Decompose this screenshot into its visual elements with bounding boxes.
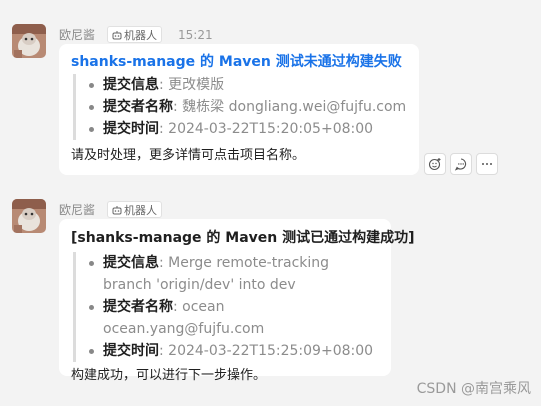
list-item: 提交者名称: 魏栋梁 dongliang.wei@fujfu.com bbox=[89, 96, 407, 118]
more-button[interactable] bbox=[476, 153, 498, 175]
list-item: 提交时间: 2024-03-22T15:25:09+08:00 bbox=[89, 340, 379, 362]
more-icon bbox=[482, 163, 492, 165]
add-reaction-button[interactable] bbox=[424, 153, 446, 175]
list-item: 提交者名称: ocean ocean.yang@fujfu.com bbox=[89, 296, 379, 340]
avatar[interactable] bbox=[12, 199, 46, 233]
message-meta: 欧尼酱 机器人 bbox=[59, 201, 178, 218]
add-reaction-icon bbox=[428, 158, 441, 171]
message-card: shanks-manage 的 Maven 测试未通过构建失败 提交信息: 更改… bbox=[59, 44, 419, 175]
reply-button[interactable] bbox=[450, 153, 472, 175]
list-item: 提交信息: Merge remote-tracking branch 'orig… bbox=[89, 252, 373, 296]
reply-icon bbox=[454, 158, 467, 171]
card-footer: 构建成功，可以进行下一步操作。 bbox=[71, 368, 267, 383]
message-time: 15:21 bbox=[178, 27, 213, 42]
commit-details: 提交信息: 更改模版 提交者名称: 魏栋梁 dongliang.wei@fujf… bbox=[73, 74, 407, 140]
message-card: [shanks-manage 的 Maven 测试已通过构建成功] 提交信息: … bbox=[59, 219, 415, 383]
robot-tag: 机器人 bbox=[107, 26, 163, 43]
list-item: 提交信息: 更改模版 bbox=[89, 74, 407, 96]
message-meta: 欧尼酱 机器人 15:21 bbox=[59, 26, 213, 43]
card-footer: 请及时处理，更多详情可点击项目名称。 bbox=[71, 148, 306, 163]
commit-details: 提交信息: Merge remote-tracking branch 'orig… bbox=[73, 252, 379, 362]
robot-icon bbox=[112, 205, 122, 214]
list-item: 提交时间: 2024-03-22T15:20:05+08:00 bbox=[89, 118, 407, 140]
robot-tag: 机器人 bbox=[107, 201, 163, 218]
robot-tag-label: 机器人 bbox=[124, 203, 158, 217]
robot-tag-label: 机器人 bbox=[124, 28, 158, 42]
sender-name[interactable]: 欧尼酱 bbox=[59, 201, 95, 218]
card-title-link[interactable]: shanks-manage 的 Maven 测试未通过构建失败 bbox=[71, 52, 407, 72]
watermark: CSDN @南宫乘风 bbox=[416, 381, 531, 397]
message-actions bbox=[424, 153, 498, 175]
robot-icon bbox=[112, 30, 122, 39]
sender-name[interactable]: 欧尼酱 bbox=[59, 26, 95, 43]
avatar[interactable] bbox=[12, 24, 46, 58]
card-title: [shanks-manage 的 Maven 测试已通过构建成功] bbox=[71, 230, 415, 246]
